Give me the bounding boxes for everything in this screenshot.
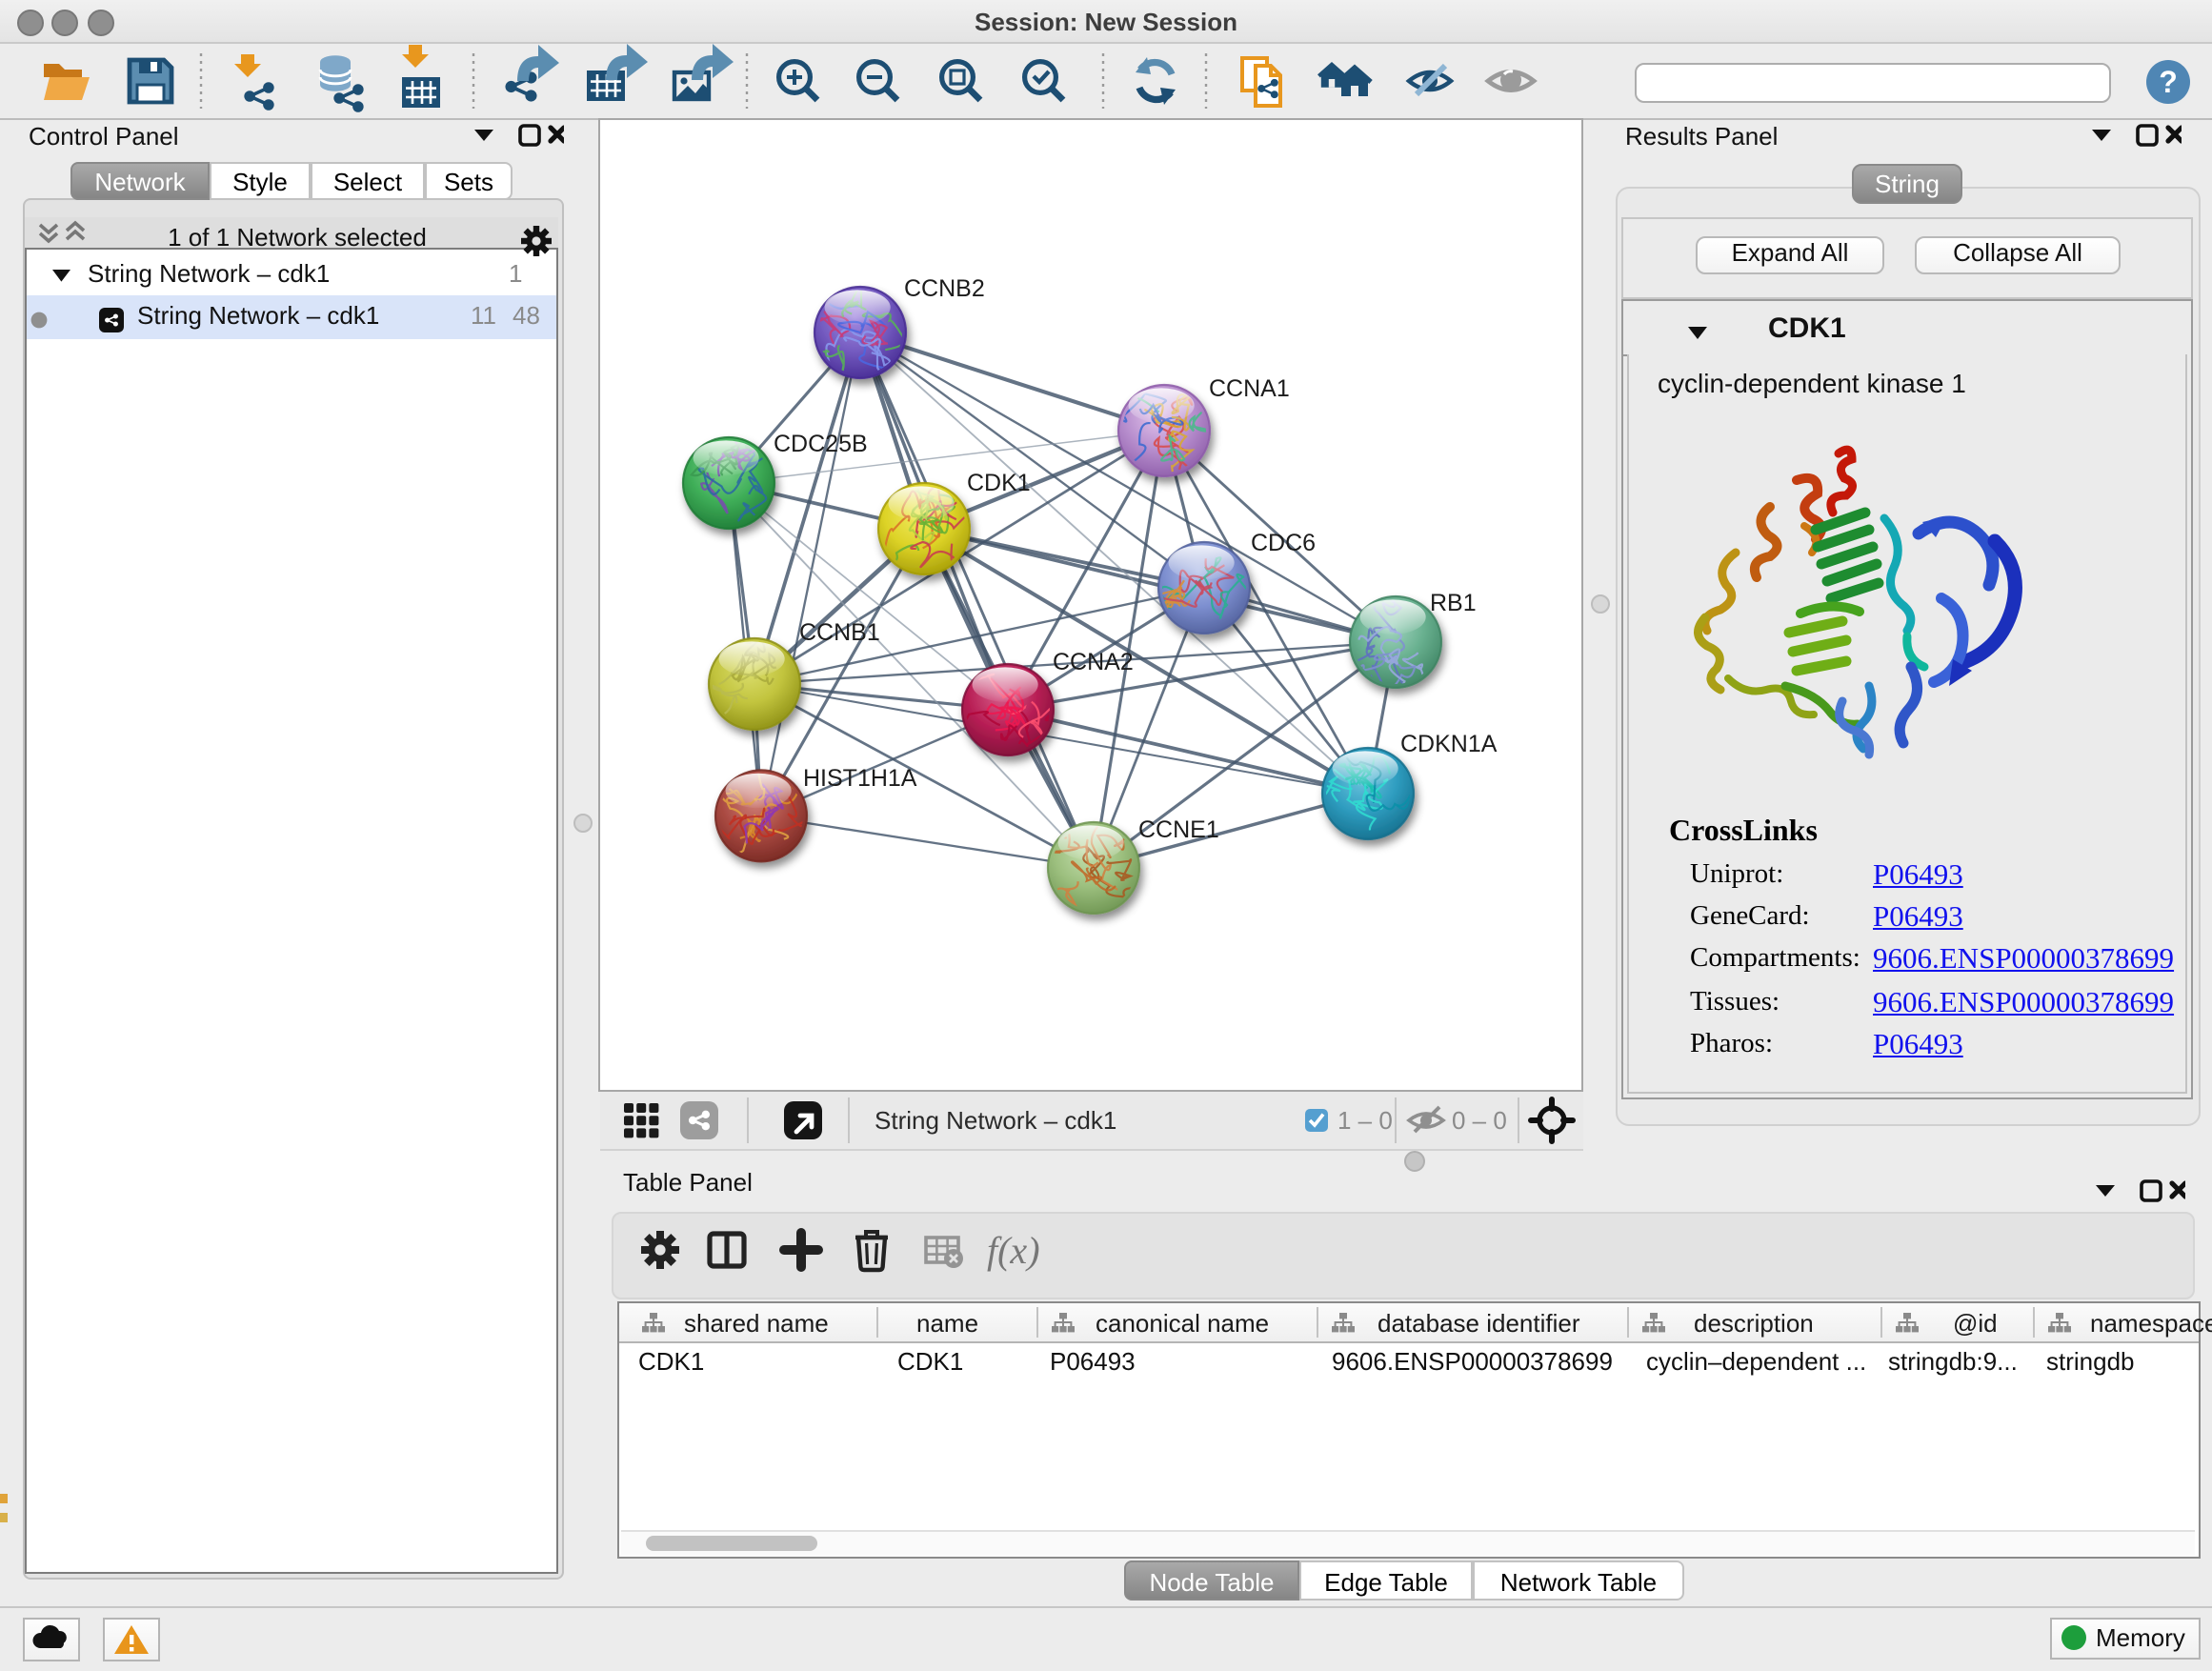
svg-text:RB1: RB1 [1430,590,1477,616]
svg-text:CCNE1: CCNE1 [1138,816,1219,843]
svg-text:1 – 0: 1 – 0 [1337,1106,1393,1135]
svg-text:0 – 0: 0 – 0 [1452,1106,1507,1135]
svg-text:CCNA2: CCNA2 [1053,649,1134,675]
svg-text:CDC6: CDC6 [1251,530,1316,556]
svg-text:CCNB1: CCNB1 [799,619,880,646]
svg-text:HIST1H1A: HIST1H1A [803,765,917,792]
svg-text:CDKN1A: CDKN1A [1400,731,1498,757]
svg-text:String Network – cdk1: String Network – cdk1 [875,1106,1116,1135]
svg-text:CDC25B: CDC25B [774,431,868,457]
svg-text:CDK1: CDK1 [967,470,1031,496]
svg-text:f(x): f(x) [987,1229,1040,1272]
svg-text:?: ? [2159,65,2178,99]
svg-text:CCNA1: CCNA1 [1209,375,1290,402]
svg-text:CCNB2: CCNB2 [904,275,985,302]
